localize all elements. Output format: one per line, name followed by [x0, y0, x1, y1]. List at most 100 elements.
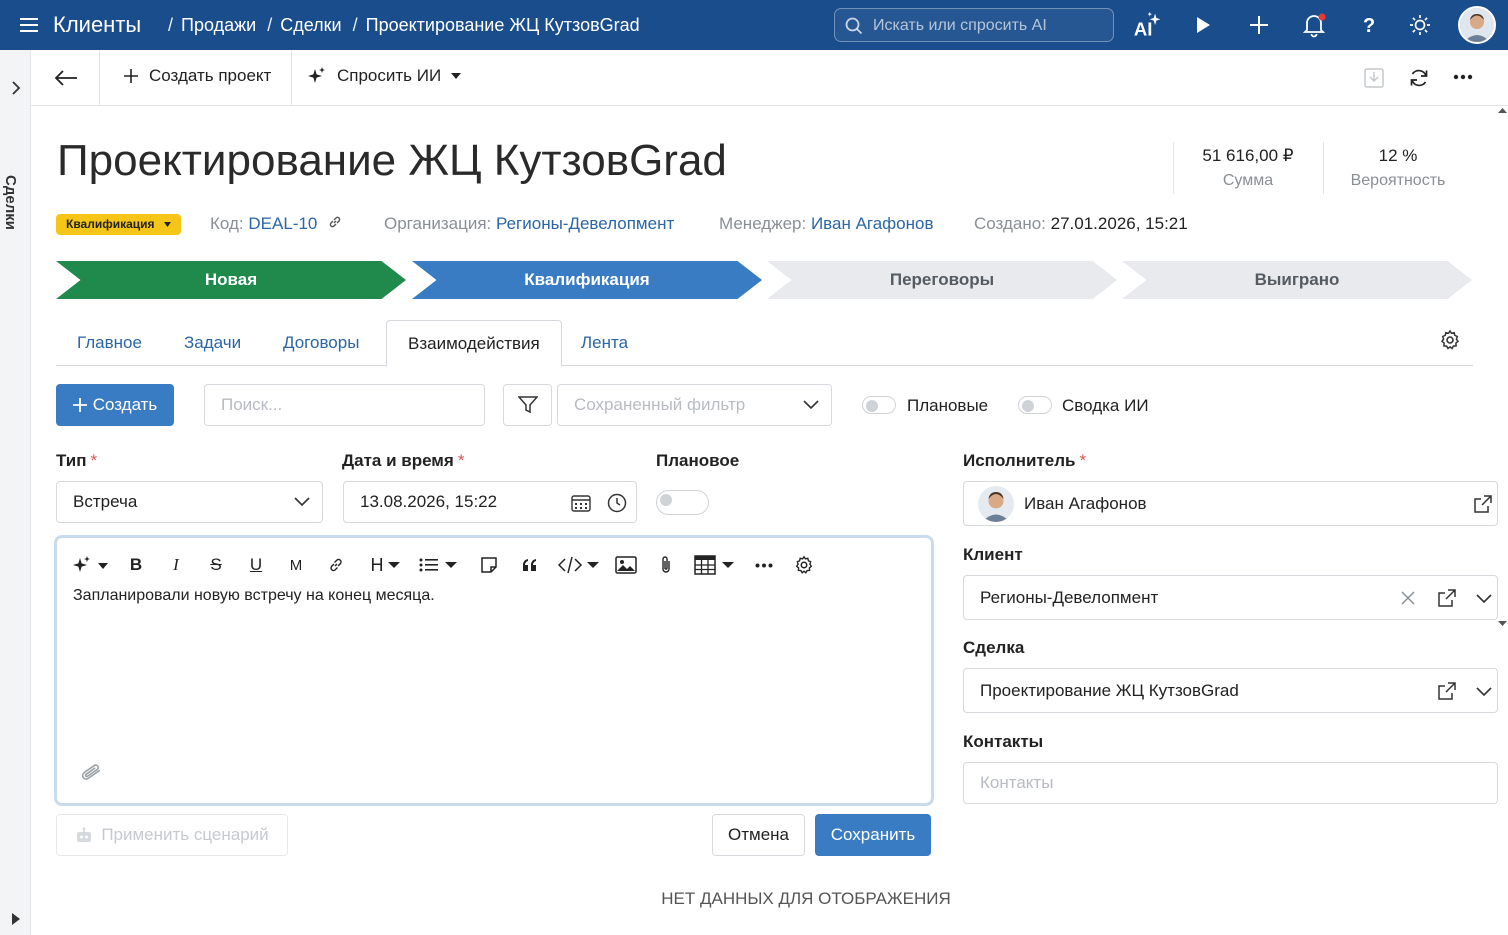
type-select[interactable]: Встреча — [56, 481, 323, 523]
list-icon[interactable] — [419, 553, 459, 577]
editor-content[interactable]: Запланировали новую встречу на конец мес… — [73, 587, 435, 605]
expand-arrow-icon[interactable] — [10, 912, 22, 926]
status-badge[interactable]: Квалификация — [56, 214, 181, 235]
plus-icon — [124, 69, 138, 83]
clear-icon[interactable] — [1401, 591, 1415, 605]
underline-icon[interactable]: U — [246, 553, 266, 577]
deal-value: Проектирование ЖЦ КутзовGrad — [980, 680, 1239, 700]
cancel-button[interactable]: Отмена — [712, 814, 805, 856]
bold-icon[interactable]: B — [126, 553, 146, 577]
meta-code-value[interactable]: DEAL-10 — [248, 214, 317, 233]
open-external-icon[interactable] — [1438, 682, 1456, 700]
tab-interactions[interactable]: Взаимодействия — [386, 320, 562, 367]
chevron-right-icon[interactable] — [10, 80, 22, 96]
calendar-icon[interactable] — [571, 494, 591, 512]
stage-negotiation[interactable]: Переговоры — [767, 261, 1117, 299]
breadcrumb-current: Проектирование ЖЦ КутзовGrad — [365, 15, 640, 35]
create-project-button[interactable]: Создать проект — [123, 66, 271, 86]
gear-icon[interactable] — [1438, 328, 1462, 352]
app-title[interactable]: Клиенты — [53, 12, 141, 38]
breadcrumb-separator: / — [168, 15, 174, 35]
breadcrumb-deals[interactable]: Сделки — [280, 15, 341, 35]
download-icon[interactable] — [1363, 67, 1385, 89]
paperclip-icon[interactable] — [79, 763, 105, 785]
contacts-input[interactable]: Контакты — [963, 762, 1498, 804]
chevron-down-icon[interactable] — [1476, 594, 1492, 604]
open-external-icon[interactable] — [1474, 495, 1492, 513]
ai-summary-toggle[interactable] — [1018, 396, 1052, 414]
datetime-input[interactable]: 13.08.2026, 15:22 — [343, 481, 637, 523]
settings-icon[interactable] — [792, 553, 816, 577]
kpi-probability: 12 % Вероятность — [1323, 146, 1473, 190]
tab-contracts[interactable]: Договоры — [262, 320, 380, 366]
executor-value: Иван Агафонов — [1024, 493, 1147, 513]
stage-new[interactable]: Новая — [56, 261, 406, 299]
search-icon — [845, 17, 863, 35]
refresh-icon[interactable] — [1408, 67, 1430, 89]
global-search-input[interactable]: Искать или спросить AI — [834, 8, 1114, 42]
kpi-amount: 51 616,00 ₽ Сумма — [1173, 146, 1323, 190]
user-avatar[interactable] — [1458, 6, 1496, 44]
menu-icon[interactable] — [20, 15, 38, 35]
italic-icon[interactable]: I — [166, 553, 186, 577]
attachment-icon[interactable] — [656, 553, 676, 577]
meta-organization-value[interactable]: Регионы-Девелопмент — [496, 214, 674, 233]
tab-main[interactable]: Главное — [56, 320, 163, 366]
bell-icon[interactable] — [1299, 10, 1329, 40]
scroll-down-icon[interactable] — [1497, 618, 1508, 629]
back-arrow-icon[interactable] — [51, 66, 81, 90]
ai-sparkle-icon[interactable]: AI — [1133, 10, 1163, 40]
more-icon[interactable] — [1453, 74, 1473, 80]
strikethrough-icon[interactable]: S — [206, 553, 226, 577]
meta-manager: Менеджер: Иван Агафонов — [719, 214, 934, 234]
planned-switch[interactable] — [656, 490, 709, 515]
link-icon[interactable] — [326, 553, 346, 577]
left-rail: Сделки — [0, 50, 31, 935]
executor-field[interactable]: Иван Агафонов — [963, 481, 1498, 526]
sun-icon[interactable] — [1405, 10, 1435, 40]
planned-toggle[interactable] — [862, 396, 896, 414]
scroll-up-icon[interactable] — [1497, 105, 1508, 116]
meta-created-value: 27.01.2026, 15:21 — [1050, 214, 1188, 233]
rich-text-editor[interactable]: B I S U M H Запланировали новую встречу … — [54, 535, 934, 806]
stage-won[interactable]: Выиграно — [1122, 261, 1472, 299]
svg-text:?: ? — [1363, 15, 1375, 36]
ai-sparkle-icon[interactable] — [71, 553, 111, 577]
clock-icon[interactable] — [607, 493, 627, 513]
more-icon[interactable] — [753, 553, 775, 577]
meta-manager-value[interactable]: Иван Агафонов — [811, 214, 934, 233]
stage-qualification[interactable]: Квалификация — [412, 261, 762, 299]
top-bar: Клиенты / Продажи / Сделки / Проектирование… — [0, 0, 1508, 50]
breadcrumb: / Продажи / Сделки / Проектирование ЖЦ Кутз… — [168, 15, 646, 36]
ai-sparkle-icon — [308, 67, 325, 83]
meta-code: Код: DEAL-10 — [210, 214, 342, 234]
quote-icon[interactable] — [519, 553, 541, 577]
deal-field[interactable]: Проектирование ЖЦ КутзовGrad — [963, 668, 1498, 713]
code-icon[interactable] — [558, 553, 600, 577]
chevron-down-icon[interactable] — [1476, 687, 1492, 697]
note-icon[interactable] — [478, 553, 500, 577]
play-icon[interactable] — [1188, 10, 1218, 40]
breadcrumb-separator: / — [352, 15, 358, 35]
contacts-placeholder: Контакты — [980, 773, 1054, 792]
open-external-icon[interactable] — [1438, 589, 1456, 607]
create-interaction-button[interactable]: Создать — [56, 384, 174, 426]
search-input[interactable]: Поиск... — [204, 384, 485, 426]
client-field[interactable]: Регионы-Девелопмент — [963, 575, 1498, 620]
filter-button[interactable] — [503, 384, 552, 426]
image-icon[interactable] — [614, 553, 638, 577]
ask-ai-button[interactable]: Спросить ИИ — [307, 66, 462, 86]
breadcrumb-sales[interactable]: Продажи — [181, 15, 256, 35]
mark-icon[interactable]: M — [286, 553, 306, 577]
rail-label[interactable]: Сделки — [2, 175, 19, 230]
tab-feed[interactable]: Лента — [560, 320, 649, 366]
breadcrumb-separator: / — [267, 15, 273, 35]
help-icon[interactable]: ? — [1354, 10, 1384, 40]
plus-icon[interactable] — [1244, 10, 1274, 40]
heading-icon[interactable]: H — [366, 553, 404, 577]
save-button[interactable]: Сохранить — [815, 814, 931, 856]
link-icon[interactable] — [328, 215, 342, 229]
tab-tasks[interactable]: Задачи — [163, 320, 262, 366]
table-icon[interactable] — [694, 553, 736, 577]
saved-filter-select[interactable]: Сохраненный фильтр — [557, 384, 832, 426]
